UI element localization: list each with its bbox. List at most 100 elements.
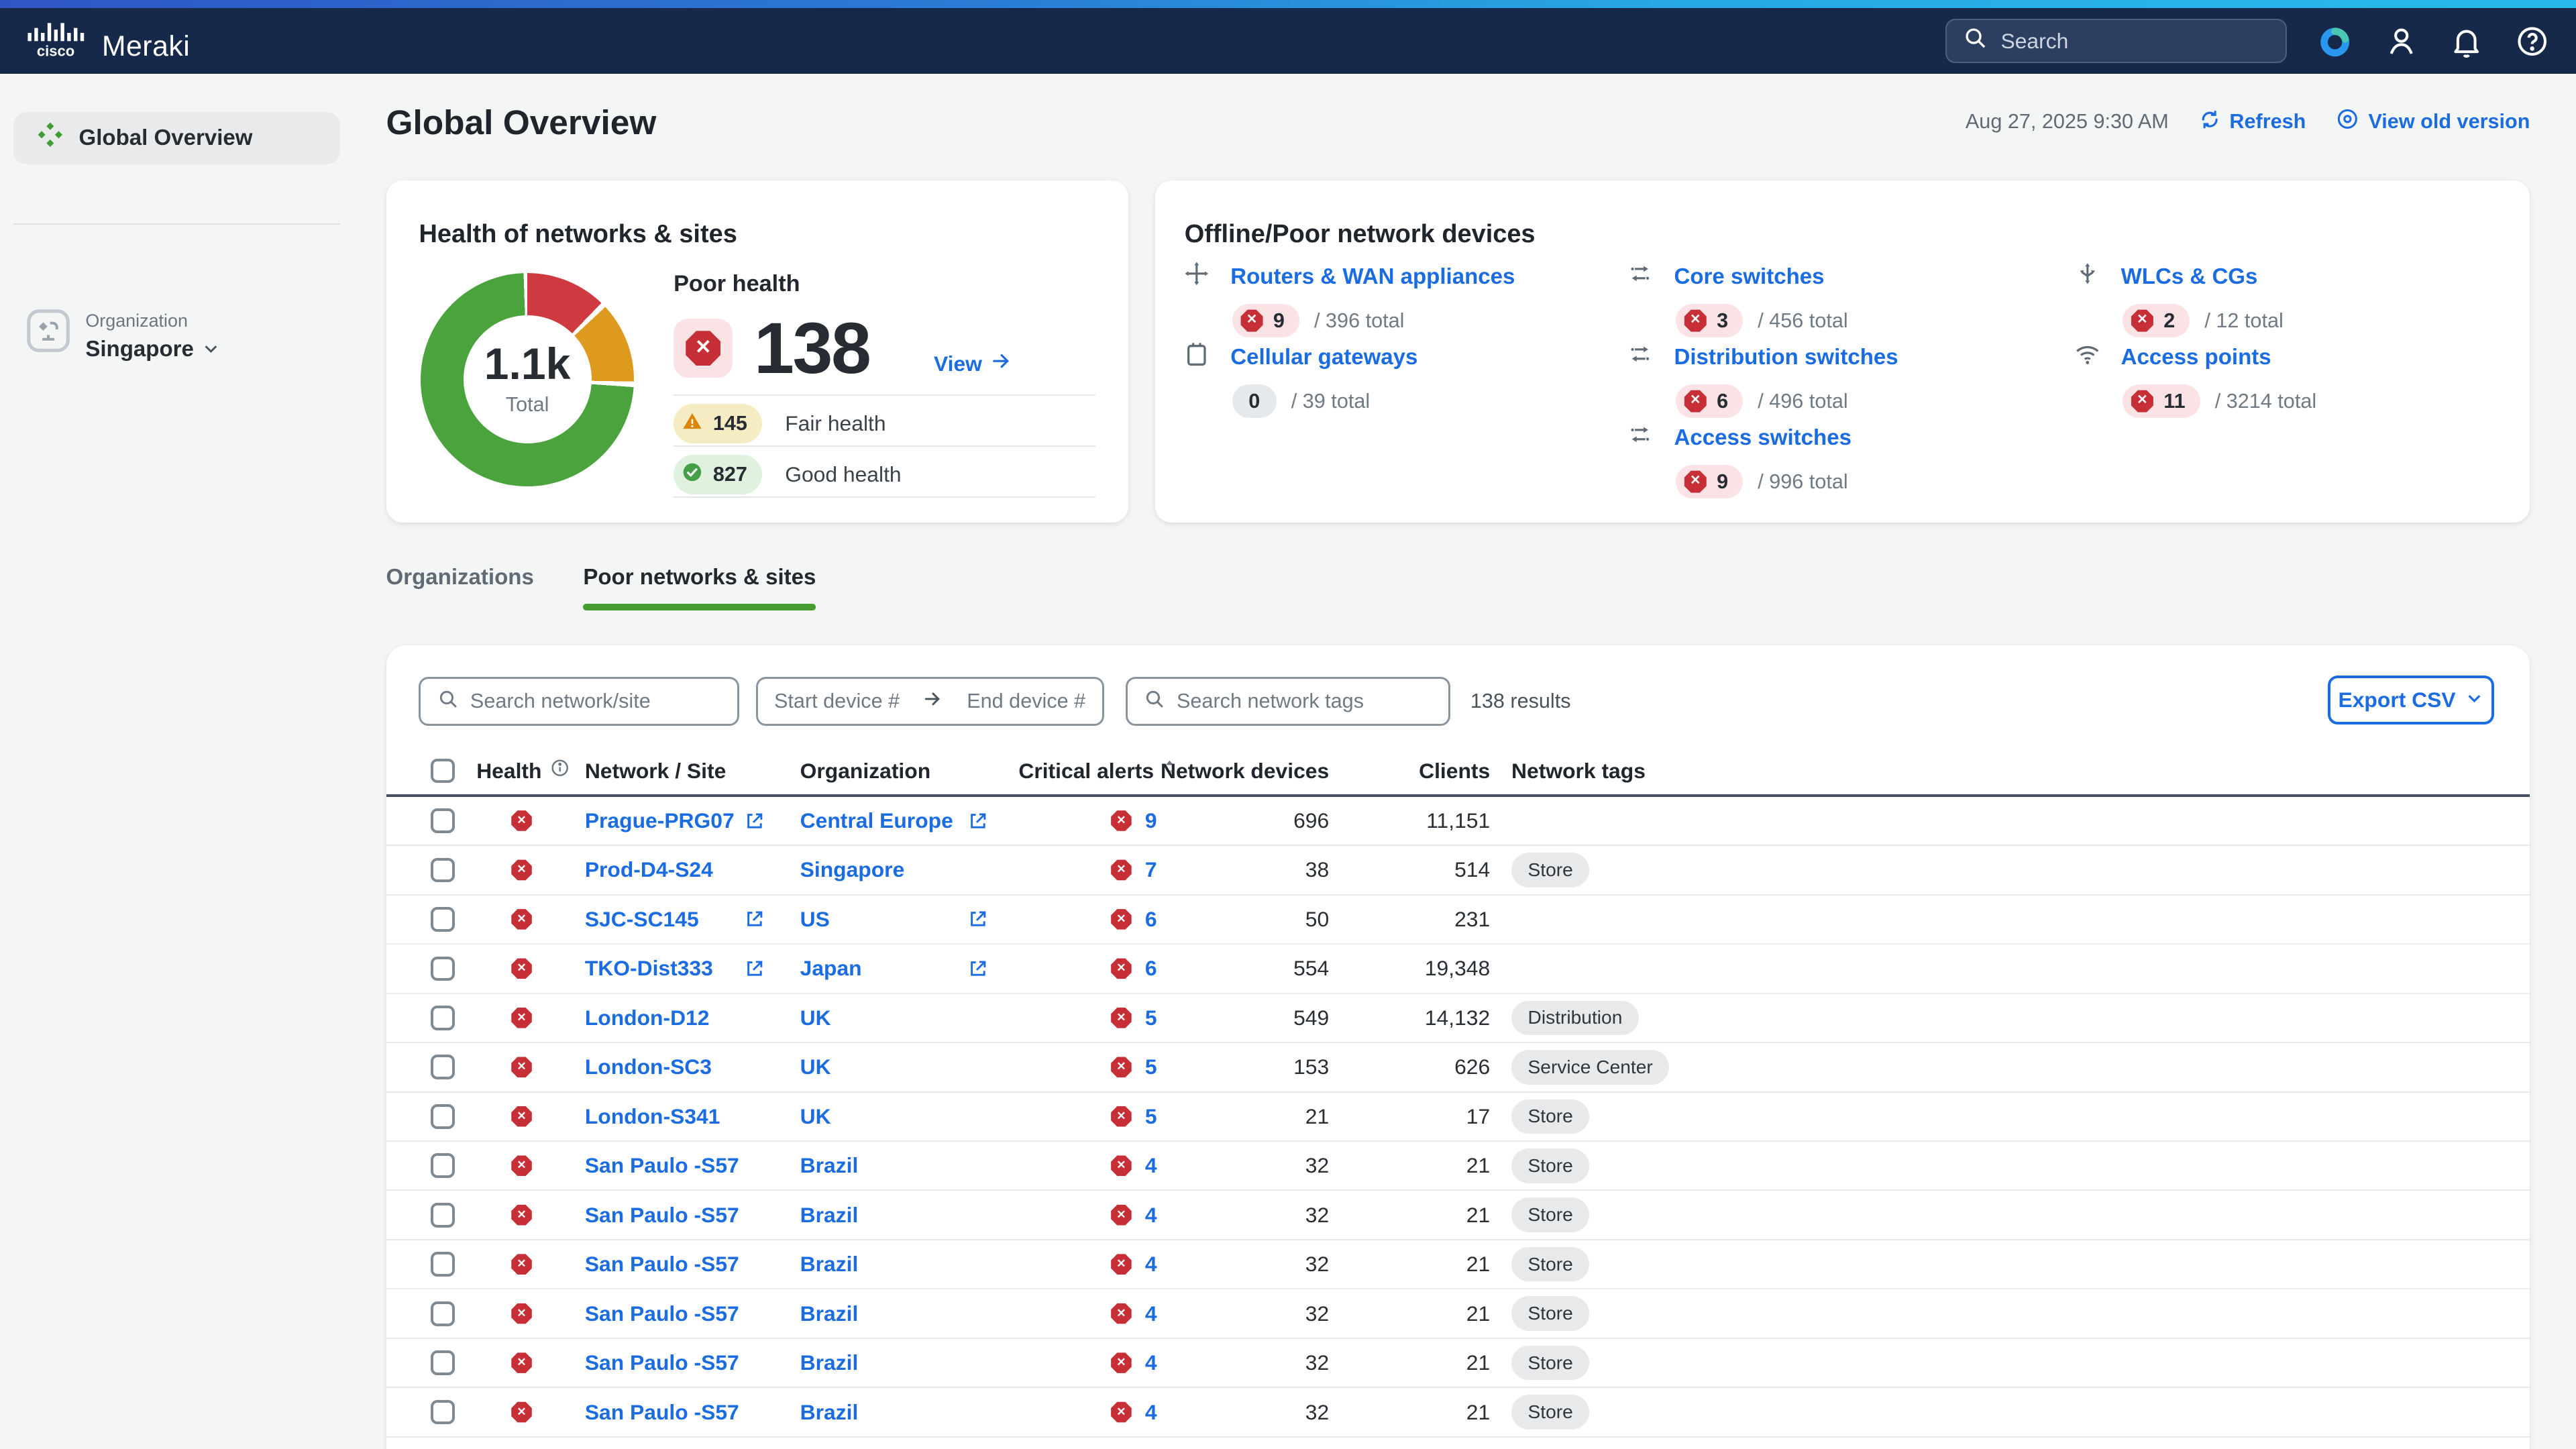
external-link-icon[interactable] bbox=[967, 797, 989, 845]
external-link-icon[interactable] bbox=[967, 896, 989, 943]
organization-link[interactable]: Brazil bbox=[800, 1153, 859, 1178]
device-category-item: Routers & WAN appliances✕9/ 396 total bbox=[1183, 260, 1515, 337]
organization-link[interactable]: Brazil bbox=[800, 1252, 859, 1277]
good-health-label: Good health bbox=[785, 462, 901, 487]
export-csv-button[interactable]: Export CSV bbox=[2328, 676, 2493, 724]
help-icon[interactable] bbox=[2515, 24, 2549, 58]
column-header-network[interactable]: Network / Site bbox=[585, 747, 726, 794]
organization-link[interactable]: Central Europe bbox=[800, 808, 953, 833]
organization-link[interactable]: Brazil bbox=[800, 1350, 859, 1375]
organization-link[interactable]: UK bbox=[800, 1006, 831, 1030]
network-link[interactable]: San Paulo -S57 bbox=[585, 1203, 739, 1228]
cisco-meraki-logo[interactable]: cisco Meraki bbox=[26, 18, 190, 64]
column-header-tags[interactable]: Network tags bbox=[1511, 747, 1646, 794]
row-checkbox[interactable] bbox=[431, 1203, 455, 1228]
network-link[interactable]: SJC-SC145 bbox=[585, 907, 699, 932]
network-link[interactable]: San Paulo -S57 bbox=[585, 1350, 739, 1375]
row-checkbox[interactable] bbox=[431, 1006, 455, 1030]
account-icon[interactable] bbox=[2384, 24, 2418, 58]
health-critical-icon: ✕ bbox=[511, 1191, 533, 1238]
column-header-devices[interactable]: Network devices bbox=[1126, 747, 1330, 794]
assistant-icon[interactable] bbox=[2318, 24, 2353, 58]
network-link[interactable]: London-SC3 bbox=[585, 1055, 712, 1079]
organization-link[interactable]: US bbox=[800, 907, 830, 932]
network-link[interactable]: Prod-D4-S24 bbox=[585, 857, 713, 882]
organization-link[interactable]: UK bbox=[800, 1104, 831, 1129]
network-link[interactable]: Prague-PRG07 bbox=[585, 808, 735, 833]
network-link[interactable]: San Paulo -S57 bbox=[585, 1153, 739, 1178]
device-range-input[interactable]: Start device # End device # bbox=[756, 677, 1104, 726]
clients-count: 21 bbox=[1339, 1339, 1490, 1387]
network-link[interactable]: London-S341 bbox=[585, 1104, 720, 1129]
network-link[interactable]: San Paulo -S57 bbox=[585, 1301, 739, 1326]
search-network-site-input[interactable]: Search network/site bbox=[419, 677, 739, 726]
table-row: ✕TKO-Dist333Japan✕655419,348 bbox=[386, 945, 2530, 994]
network-link[interactable]: London-D12 bbox=[585, 1006, 710, 1030]
organization-link[interactable]: Brazil bbox=[800, 1400, 859, 1425]
health-critical-icon: ✕ bbox=[511, 1339, 533, 1387]
row-checkbox[interactable] bbox=[431, 1301, 455, 1326]
row-checkbox[interactable] bbox=[431, 957, 455, 981]
global-search-input[interactable]: Search bbox=[1945, 19, 2287, 63]
view-poor-networks-link[interactable]: View bbox=[934, 350, 1013, 378]
network-devices-count: 554 bbox=[1126, 945, 1330, 992]
health-critical-icon: ✕ bbox=[511, 1388, 533, 1436]
svg-text:cisco: cisco bbox=[37, 42, 74, 57]
external-link-icon[interactable] bbox=[744, 945, 765, 992]
organization-label: Organization bbox=[85, 311, 220, 331]
device-category-link[interactable]: Cellular gateways bbox=[1230, 345, 1417, 370]
select-all-checkbox[interactable] bbox=[431, 759, 455, 784]
organization-link[interactable]: Brazil bbox=[800, 1301, 859, 1326]
device-category-link[interactable]: WLCs & CGs bbox=[2121, 264, 2258, 290]
row-checkbox[interactable] bbox=[431, 907, 455, 932]
organization-link[interactable]: UK bbox=[800, 1055, 831, 1079]
row-checkbox[interactable] bbox=[431, 808, 455, 833]
top-navbar: cisco Meraki Search bbox=[0, 8, 2576, 74]
device-category-link[interactable]: Access switches bbox=[1674, 425, 1851, 451]
external-link-icon[interactable] bbox=[967, 945, 989, 992]
row-checkbox[interactable] bbox=[431, 1350, 455, 1375]
table-row: ✕San Paulo -S57Brazil✕43221Store bbox=[386, 1339, 2530, 1388]
sidebar-item-global-overview[interactable]: Global Overview bbox=[13, 112, 340, 164]
info-icon[interactable] bbox=[550, 758, 570, 783]
device-category-item: Distribution switches✕6/ 496 total bbox=[1626, 340, 1898, 418]
device-category-link[interactable]: Routers & WAN appliances bbox=[1230, 264, 1515, 290]
organization-link[interactable]: Japan bbox=[800, 956, 862, 981]
search-network-tags-input[interactable]: Search network tags bbox=[1126, 677, 1451, 726]
external-link-icon[interactable] bbox=[744, 797, 765, 845]
network-devices-count: 32 bbox=[1126, 1240, 1330, 1288]
view-old-version-button[interactable]: View old version bbox=[2335, 107, 2530, 137]
external-link-icon[interactable] bbox=[744, 896, 765, 943]
organization-switcher[interactable]: Organization Singapore bbox=[26, 309, 220, 364]
column-header-clients[interactable]: Clients bbox=[1339, 747, 1490, 794]
row-checkbox[interactable] bbox=[431, 1400, 455, 1425]
health-critical-icon: ✕ bbox=[511, 1043, 533, 1091]
offline-count-badge: ✕3 bbox=[1676, 304, 1743, 337]
device-category-link[interactable]: Access points bbox=[2121, 345, 2271, 370]
switch-icon bbox=[1626, 340, 1654, 375]
network-link[interactable]: San Paulo -S57 bbox=[585, 1400, 739, 1425]
health-critical-icon: ✕ bbox=[511, 1093, 533, 1140]
row-checkbox[interactable] bbox=[431, 1104, 455, 1129]
tab-poor-networks-sites[interactable]: Poor networks & sites bbox=[583, 565, 816, 610]
device-category-link[interactable]: Distribution switches bbox=[1674, 345, 1898, 370]
health-critical-icon: ✕ bbox=[511, 945, 533, 992]
donut-total-label: Total bbox=[506, 393, 549, 417]
row-checkbox[interactable] bbox=[431, 858, 455, 883]
tab-organizations[interactable]: Organizations bbox=[386, 565, 534, 610]
network-link[interactable]: TKO-Dist333 bbox=[585, 956, 713, 981]
organization-link[interactable]: Brazil bbox=[800, 1203, 859, 1228]
refresh-button[interactable]: Refresh bbox=[2198, 108, 2306, 136]
device-total: / 456 total bbox=[1758, 309, 1847, 333]
row-checkbox[interactable] bbox=[431, 1055, 455, 1079]
offline-poor-devices-card: Offline/Poor network devices Routers & W… bbox=[1155, 180, 2530, 522]
column-header-organization[interactable]: Organization bbox=[800, 747, 931, 794]
device-category-link[interactable]: Core switches bbox=[1674, 264, 1824, 290]
network-link[interactable]: San Paulo -S57 bbox=[585, 1252, 739, 1277]
organization-link[interactable]: Singapore bbox=[800, 857, 905, 882]
row-checkbox[interactable] bbox=[431, 1252, 455, 1277]
network-devices-count: 38 bbox=[1126, 846, 1330, 894]
clients-count: 21 bbox=[1339, 1191, 1490, 1238]
notifications-icon[interactable] bbox=[2449, 24, 2483, 58]
row-checkbox[interactable] bbox=[431, 1153, 455, 1178]
